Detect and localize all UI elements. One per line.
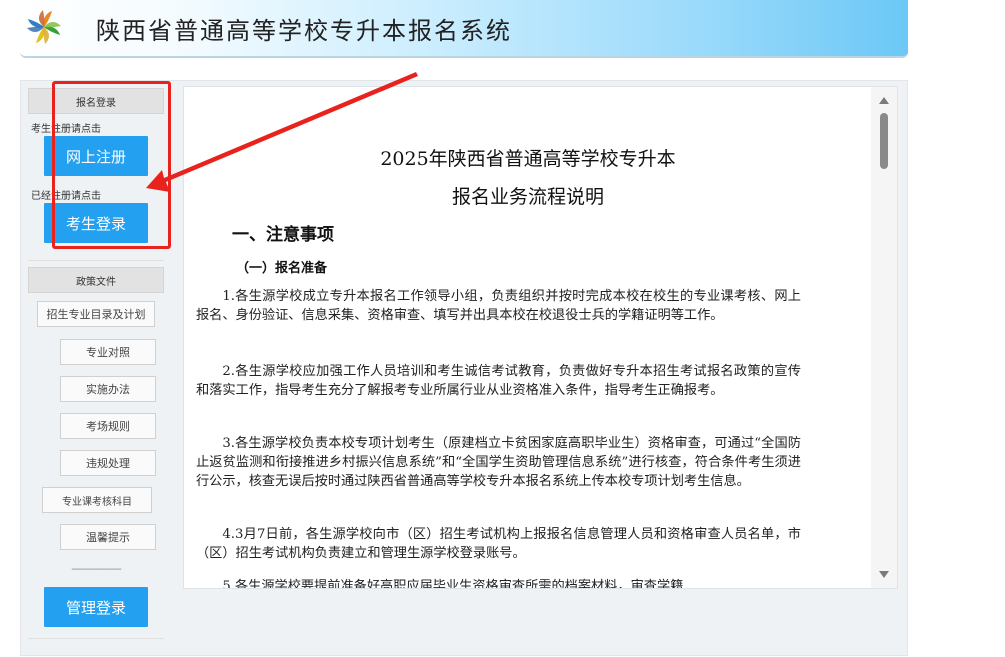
paragraph: 4.3月7日前，各生源学校向市（区）招生考试机构上报报名信息管理人员和资格审查人…	[196, 527, 801, 561]
scroll-up-icon[interactable]	[879, 97, 889, 104]
policy-item-major-mapping[interactable]: 专业对照	[60, 339, 156, 365]
subsection-heading: （一）报名准备	[236, 261, 328, 276]
document-body: 2025年陕西省普通高等学校专升本 报名业务流程说明 一、注意事项 （一）报名准…	[184, 87, 872, 589]
site-title: 陕西省普通高等学校专升本报名系统	[96, 17, 512, 45]
policy-item-tips[interactable]: 温馨提示	[60, 524, 156, 550]
admin-login-button[interactable]: 管理登录	[44, 587, 148, 627]
paragraph: 3.各生源学校负责本校专项计划考生（原建档立卡贫困家庭高职毕业生）资格审查，可通…	[196, 436, 801, 489]
content-panel: 2025年陕西省普通高等学校专升本 报名业务流程说明 一、注意事项 （一）报名准…	[183, 86, 898, 589]
policy-section-header: 政策文件	[28, 267, 164, 293]
sidebar-dash-divider: -------------------	[71, 563, 122, 575]
login-highlight-box	[52, 81, 171, 249]
policy-item-exam-subjects[interactable]: 专业课考核科目	[42, 487, 152, 513]
policy-item-exam-rules[interactable]: 考场规则	[60, 413, 156, 439]
site-header: 陕西省普通高等学校专升本报名系统	[20, 0, 908, 58]
document-title-line2: 报名业务流程说明	[451, 186, 604, 208]
scroll-down-icon[interactable]	[879, 571, 889, 578]
paragraph: 2.各生源学校应加强工作人员培训和考生诚信考试教育，负责做好专升本招生考试报名政…	[196, 364, 801, 398]
policy-item-violations[interactable]: 违规处理	[60, 450, 156, 476]
paragraph: 1.各生源学校成立专升本报名工作领导小组，负责组织并按时完成本校在校生的专业课考…	[196, 289, 801, 323]
logo-icon	[27, 10, 61, 44]
policy-item-catalog[interactable]: 招生专业目录及计划	[37, 301, 155, 327]
scroll-thumb[interactable]	[880, 113, 888, 169]
content-scrollbar[interactable]	[871, 87, 897, 588]
policy-item-implementation[interactable]: 实施办法	[60, 376, 156, 402]
section-heading: 一、注意事项	[232, 225, 334, 245]
sidebar-divider	[28, 260, 164, 261]
sidebar-bottom-divider	[28, 638, 164, 639]
paragraph: 5.各生源学校要提前准备好高职应届毕业生资格审查所需的档案材料，审查学籍	[222, 579, 684, 589]
document-title-line1: 2025年陕西省普通高等学校专升本	[380, 148, 676, 170]
